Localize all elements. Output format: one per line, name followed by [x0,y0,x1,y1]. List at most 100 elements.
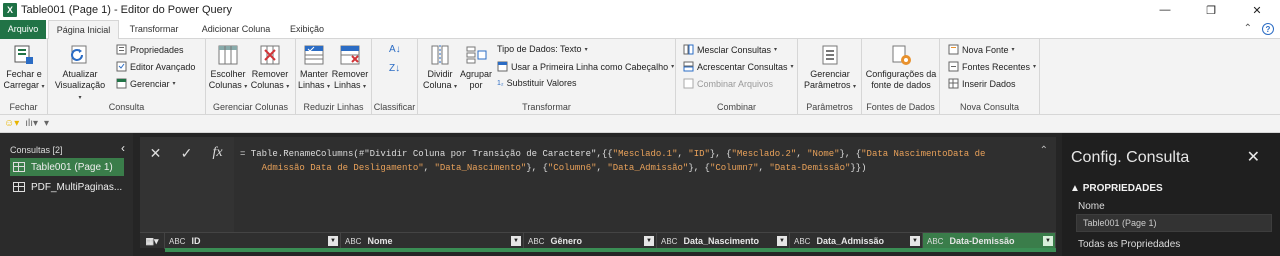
formula-input[interactable]: = Table.RenameColumns(#"Dividir Coluna p… [240,147,1030,175]
use-first-row-as-headers-button[interactable]: Usar a Primeira Linha como Cabeçalho ▾ [497,61,674,72]
filter-dropdown-icon[interactable]: ▼ [511,236,521,246]
cancel-formula-icon[interactable]: ✕ [140,145,171,162]
table-menu-icon[interactable]: ▦▾ [140,233,165,249]
group-parametros: Gerenciar Parâmetros ▾ Parâmetros [798,39,862,115]
column-header-data-admissao[interactable]: ABC Data_Admissão ▼ [790,233,923,249]
ribbon-tabs: Arquivo Página Inicial Transformar Adici… [0,20,1280,40]
keep-rows-button[interactable]: Manter Linhas ▾ [296,43,332,93]
collapse-queries-icon[interactable]: ‹ [121,141,125,155]
new-source-icon [948,44,959,55]
close-window-button[interactable]: ✕ [1234,0,1280,20]
properties-icon [116,44,127,55]
group-label-parametros: Parâmetros [806,102,853,112]
manage-parameters-icon [822,45,838,65]
first-row-headers-icon [497,61,508,72]
group-reduzir-linhas: Manter Linhas ▾ Remover Linhas ▾ Reduzir… [296,39,372,115]
text-type-icon: ABC [169,236,186,246]
advanced-editor-button[interactable]: Editor Avançado [116,61,195,72]
filter-dropdown-icon[interactable]: ▼ [1043,236,1053,246]
tab-arquivo[interactable]: Arquivo [0,20,46,39]
split-column-button[interactable]: Dividir Coluna ▾ [422,43,458,93]
properties-section[interactable]: ▲ PROPRIEDADES [1070,183,1163,194]
collapse-ribbon-icon[interactable]: ⌃ [1244,23,1252,35]
group-label-classificar: Classificar [373,102,416,112]
query-item-table001[interactable]: Table001 (Page 1) [10,158,124,176]
close-and-load-icon [14,45,33,64]
table-icon [13,162,25,172]
tab-pagina-inicial[interactable]: Página Inicial [48,20,119,40]
remove-rows-button[interactable]: Remover Linhas ▾ [330,43,370,93]
restore-button[interactable]: ❐ [1188,0,1234,20]
filter-dropdown-icon[interactable]: ▼ [910,236,920,246]
enter-data-button[interactable]: Inserir Dados [948,78,1016,89]
group-fontes-de-dados: Configurações da fonte de dados Fontes d… [862,39,940,115]
table-icon [13,182,25,192]
column-header-nome[interactable]: ABC Nome ▼ [341,233,524,249]
append-queries-icon [683,61,694,72]
minimize-button[interactable]: — [1142,0,1188,20]
data-type-dropdown[interactable]: Tipo de Dados: Texto ▾ [497,44,588,54]
group-by-button[interactable]: Agrupar por [458,43,494,91]
manage-button[interactable]: Gerenciar ▾ [116,78,176,89]
tab-adicionar-coluna[interactable]: Adicionar Coluna [196,20,276,39]
chart-icon[interactable]: ılı▾ [25,118,38,129]
group-label-fontes-de-dados: Fontes de Dados [866,102,935,112]
manage-icon [116,78,127,89]
replace-values-icon: 1₂ [497,79,504,87]
query-item-pdf-multipaginas[interactable]: PDF_MultiPaginas... [10,178,124,196]
tab-transformar[interactable]: Transformar [124,20,184,39]
group-label-fechar: Fechar [9,102,38,112]
confirm-formula-icon[interactable]: ✓ [171,145,202,162]
sort-descending-icon[interactable]: Z↓ [389,63,400,74]
new-source-button[interactable]: Nova Fonte ▾ [948,44,1015,55]
group-label-combinar: Combinar [716,102,756,112]
all-properties-link[interactable]: Todas as Propriedades [1078,239,1180,250]
help-icon[interactable]: ? [1262,23,1274,35]
column-header-genero[interactable]: ABC Gênero ▼ [524,233,657,249]
recent-sources-button[interactable]: Fontes Recentes ▾ [948,61,1036,72]
filter-dropdown-icon[interactable]: ▼ [777,236,787,246]
advanced-editor-icon [116,61,127,72]
text-type-icon: ABC [794,236,811,246]
quick-access-toolbar: ☺▾ ılı▾ ▾ [0,115,1280,133]
combine-files-button[interactable]: Combinar Arquivos [683,78,773,89]
column-header-data-nascimento[interactable]: ABC Data_Nascimento ▼ [657,233,790,249]
table-row[interactable] [165,248,1056,252]
group-label-consulta: Consulta [108,102,145,112]
data-source-settings-button[interactable]: Configurações da fonte de dados [864,43,938,91]
group-by-icon [466,46,487,64]
ribbon: Fechar e Carregar ▾ Fechar Atualizar Vis… [0,39,1280,115]
column-header-data-demissao[interactable]: ABC Data-Demissão ▼ [923,233,1056,249]
merge-queries-button[interactable]: Mesclar Consultas ▾ [683,44,777,55]
query-name-field[interactable]: Table001 (Page 1) [1076,214,1272,232]
text-type-icon: ABC [661,236,678,246]
group-gerenciar-colunas: Escolher Colunas ▾ Remover Colunas ▾ Ger… [206,39,296,115]
refresh-preview-button[interactable]: Atualizar Visualização ▾ [54,43,106,104]
filter-dropdown-icon[interactable]: ▼ [644,236,654,246]
filter-dropdown-icon[interactable]: ▼ [328,236,338,246]
expand-formula-icon[interactable]: ⌃ [1040,145,1048,156]
query-settings-pane: Config. Consulta ✕ ▲ PROPRIEDADES Nome T… [1062,133,1280,256]
query-settings-title: Config. Consulta [1071,149,1190,166]
close-and-load-button[interactable]: Fechar e Carregar ▾ [3,43,45,93]
close-icon[interactable]: ✕ [1247,147,1260,167]
sort-ascending-icon[interactable]: A↓ [389,44,401,55]
text-type-icon: ABC [345,236,362,246]
text-type-icon: ABC [528,236,545,246]
smiley-feedback-icon[interactable]: ☺▾ [4,118,19,129]
function-icon[interactable]: fx [202,145,233,161]
remove-columns-button[interactable]: Remover Colunas ▾ [248,43,292,93]
column-header-id[interactable]: ABC ID ▼ [165,233,341,249]
group-label-gerenciar-colunas: Gerenciar Colunas [212,102,289,112]
choose-columns-button[interactable]: Escolher Colunas ▾ [208,43,248,93]
customize-toolbar-icon[interactable]: ▾ [44,118,49,129]
manage-parameters-button[interactable]: Gerenciar Parâmetros ▾ [800,43,860,93]
group-combinar: Mesclar Consultas ▾ Acrescentar Consultas… [676,39,798,115]
tab-exibicao[interactable]: Exibição [284,20,330,39]
group-fechar: Fechar e Carregar ▾ Fechar [0,39,48,115]
properties-button[interactable]: Propriedades [116,44,184,55]
replace-values-button[interactable]: 1₂ Substituir Valores [497,78,577,88]
append-queries-button[interactable]: Acrescentar Consultas ▾ [683,61,794,72]
choose-columns-icon [218,45,238,65]
refresh-icon [71,45,87,64]
